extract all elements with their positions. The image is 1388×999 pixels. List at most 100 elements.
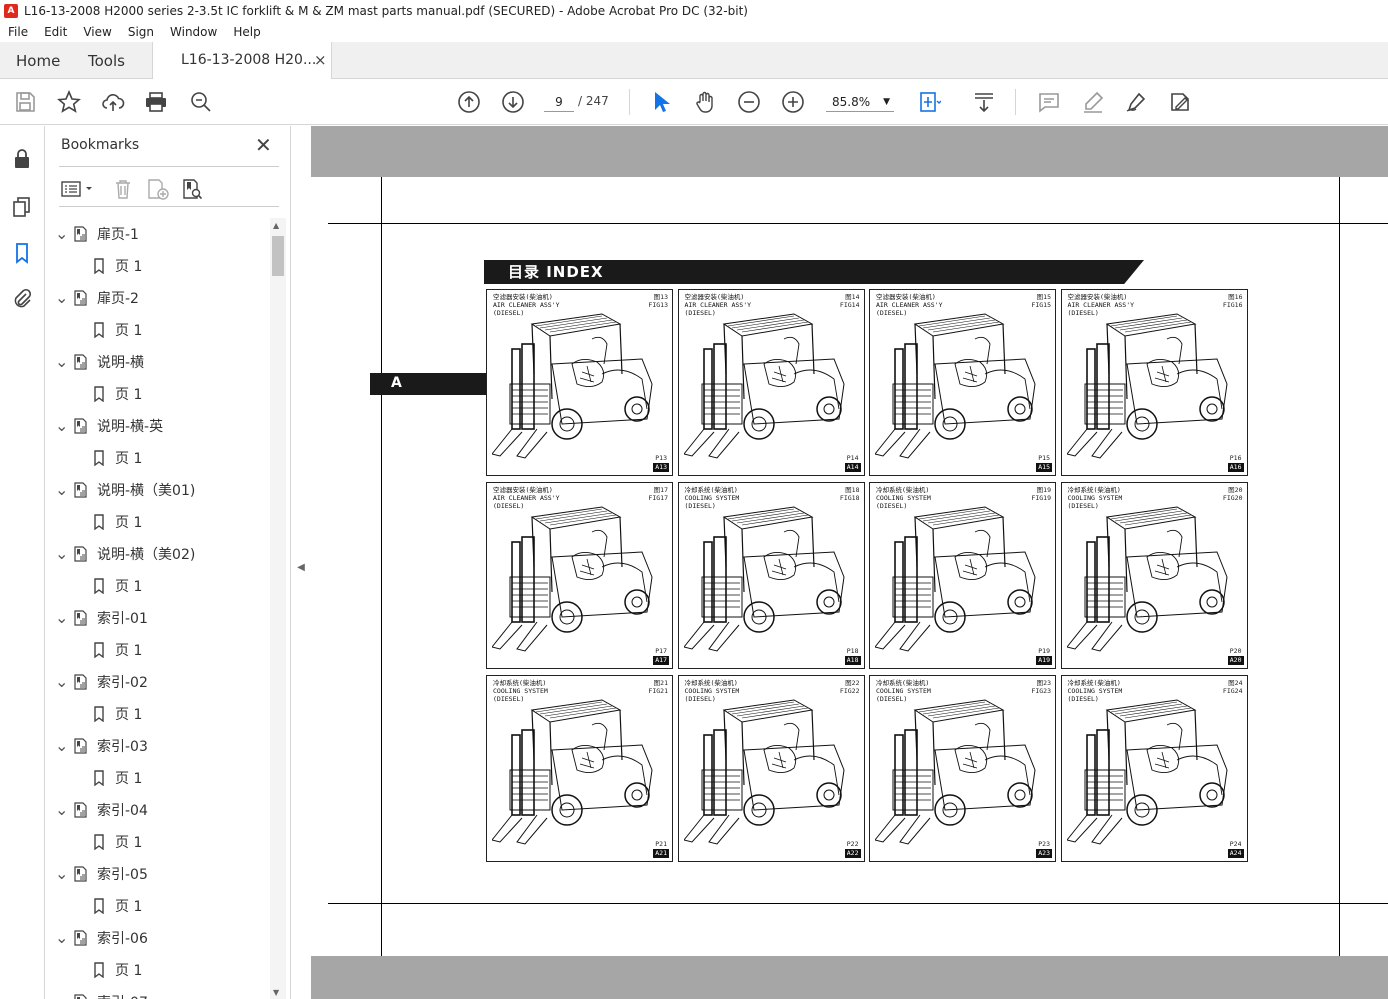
menu-edit[interactable]: Edit <box>44 25 67 39</box>
bookmark-subitem[interactable]: 页 1 <box>91 317 142 343</box>
chevron-down-icon[interactable]: ⌄ <box>55 290 73 306</box>
bookmark-item[interactable]: ⌄ 说明-横（美02) <box>55 541 195 567</box>
bookmark-item[interactable]: ⌄ 说明-横（美01) <box>55 477 195 503</box>
lock-icon[interactable] <box>11 148 33 170</box>
chevron-down-icon[interactable]: ⌄ <box>55 354 73 370</box>
scrolling-mode-icon[interactable] <box>972 90 996 114</box>
fill-sign-icon[interactable] <box>1168 90 1192 114</box>
bookmark-subitem[interactable]: 页 1 <box>91 893 142 919</box>
bookmark-subitem[interactable]: 页 1 <box>91 381 142 407</box>
bookmarks-scrollbar[interactable]: ▲ ▼ <box>270 218 286 999</box>
menu-file[interactable]: File <box>8 25 28 39</box>
pdf-icon: A <box>4 4 18 18</box>
select-cursor-icon[interactable] <box>649 90 673 114</box>
bookmark-subitem[interactable]: 页 1 <box>91 701 142 727</box>
chevron-down-icon[interactable]: ⌄ <box>55 802 73 818</box>
bookmark-subitem[interactable]: 页 1 <box>91 445 142 471</box>
bookmark-tree: ⌄ 扉页-1 页 1 ⌄ 扉页-2 页 1 ⌄ 说明-横页 1 ⌄ 说明-横-英页 1 ⌄ 说明-横（… <box>45 218 271 999</box>
scroll-down-icon[interactable]: ▼ <box>273 988 279 997</box>
bookmark-subitem[interactable]: 页 1 <box>91 253 142 279</box>
print-icon[interactable] <box>144 90 168 114</box>
bookmark-icon[interactable] <box>11 242 33 264</box>
menu-view[interactable]: View <box>83 25 111 39</box>
comment-icon[interactable] <box>1037 90 1061 114</box>
chevron-down-icon[interactable]: ⌄ <box>55 866 73 882</box>
page-number-input[interactable]: 9 <box>544 92 574 112</box>
tab-home[interactable]: Home <box>16 52 60 70</box>
bookmark-subitem[interactable]: 页 1 <box>91 829 142 855</box>
close-tab-icon[interactable]: × <box>314 51 327 69</box>
tab-tools[interactable]: Tools <box>88 52 125 70</box>
index-figure-cell: 冷却系统(柴油机) COOLING SYSTEM (DIESEL) 图24 FIG… <box>1060 675 1248 862</box>
bookmark-item[interactable]: ⌄ 说明-横-英 <box>55 413 163 439</box>
zoom-search-icon[interactable] <box>189 90 213 114</box>
divider <box>59 206 279 207</box>
delete-icon[interactable] <box>113 178 133 200</box>
bookmark-item[interactable]: ⌄ 索引-06 <box>55 925 148 951</box>
index-figure-cell: 空滤器安装(柴油机) AIR CLEANER ASS'Y (DIESEL) 图14… <box>677 289 865 476</box>
tab-document[interactable]: L16-13-2008 H20... × <box>152 42 332 79</box>
chevron-down-icon[interactable]: ⌄ <box>55 674 73 690</box>
document-viewport[interactable]: 目录 INDEX A 空滤器安装(柴油机) AIR CLEANER ASS'Y … <box>311 126 1388 999</box>
sign-pen-icon[interactable] <box>1124 90 1148 114</box>
bookmark-item[interactable]: ⌄ 说明-横 <box>55 349 144 375</box>
upload-cloud-icon[interactable] <box>101 90 125 114</box>
bookmark-subitem[interactable]: 页 1 <box>91 573 142 599</box>
tab-bar: Home Tools L16-13-2008 H20... × <box>0 42 1388 79</box>
collapse-panel-icon[interactable]: ◀ <box>292 556 310 580</box>
page-reference: P24 <box>1229 840 1242 848</box>
bookmark-item[interactable]: ⌄ 索引-01 <box>55 605 148 631</box>
chevron-down-icon[interactable]: ⌄ <box>55 610 73 626</box>
attachment-icon[interactable] <box>11 288 33 310</box>
bookmarks-title: Bookmarks <box>61 137 140 153</box>
bookmark-item[interactable]: ⌄ 索引-02 <box>55 669 148 695</box>
bookmark-subitem[interactable]: 页 1 <box>91 509 142 535</box>
bookmark-group-icon <box>74 290 87 306</box>
chevron-down-icon[interactable]: ⌄ <box>55 546 73 562</box>
close-icon[interactable]: ✕ <box>255 133 272 157</box>
bookmark-label: 页 1 <box>115 643 143 659</box>
zoom-level-select[interactable]: 85.8% ▼ <box>826 92 894 112</box>
bookmark-label: 页 1 <box>115 835 143 851</box>
bookmark-item[interactable]: ⌄索引-07 <box>55 989 148 999</box>
chevron-down-icon[interactable]: ⌄ <box>55 226 73 242</box>
menu-help[interactable]: Help <box>233 25 260 39</box>
next-page-icon[interactable] <box>501 90 525 114</box>
menu-sign[interactable]: Sign <box>128 25 154 39</box>
menu-window[interactable]: Window <box>170 25 217 39</box>
bookmark-item[interactable]: ⌄ 扉页-2 <box>55 285 139 311</box>
chevron-down-icon[interactable]: ⌄ <box>55 738 73 754</box>
bookmark-item[interactable]: ⌄ 扉页-1 <box>55 221 139 247</box>
bookmark-subitem[interactable]: 页 1 <box>91 765 142 791</box>
highlight-pen-icon[interactable] <box>1081 90 1105 114</box>
bookmark-label: 索引-06 <box>97 931 148 947</box>
bookmark-group-icon <box>74 610 87 626</box>
chevron-down-icon[interactable]: ⌄ <box>55 930 73 946</box>
previous-page-icon[interactable] <box>457 90 481 114</box>
chevron-down-icon[interactable]: ⌄ <box>55 418 73 434</box>
bookmark-subitem[interactable]: 页 1 <box>91 957 142 983</box>
new-bookmark-icon[interactable] <box>146 178 170 200</box>
chevron-down-icon[interactable]: ⌄ <box>55 482 73 498</box>
page-thumbnails-icon[interactable] <box>11 196 33 218</box>
options-list-icon[interactable] <box>61 180 95 198</box>
zoom-out-icon[interactable] <box>737 90 761 114</box>
forklift-illustration <box>492 313 653 459</box>
bookmark-group-icon <box>74 866 87 882</box>
search-bookmark-icon[interactable] <box>181 178 205 200</box>
bookmark-item[interactable]: ⌄ 索引-03 <box>55 733 148 759</box>
forklift-illustration <box>683 506 845 652</box>
scrollbar-thumb[interactable] <box>272 236 284 276</box>
section-code-badge: A23 <box>1036 849 1052 858</box>
star-icon[interactable] <box>57 89 81 114</box>
save-icon[interactable] <box>13 90 37 114</box>
bookmark-item[interactable]: ⌄ 索引-04 <box>55 797 148 823</box>
index-figure-cell: 冷却系统(柴油机) COOLING SYSTEM (DIESEL) 图18 FIG… <box>677 482 865 669</box>
scroll-up-icon[interactable]: ▲ <box>273 221 279 230</box>
page-reference: P16 <box>1229 454 1242 462</box>
zoom-in-icon[interactable] <box>781 90 805 114</box>
fit-page-icon[interactable] <box>917 90 942 114</box>
bookmark-item[interactable]: ⌄ 索引-05 <box>55 861 148 887</box>
hand-tool-icon[interactable] <box>693 90 717 114</box>
bookmark-subitem[interactable]: 页 1 <box>91 637 142 663</box>
